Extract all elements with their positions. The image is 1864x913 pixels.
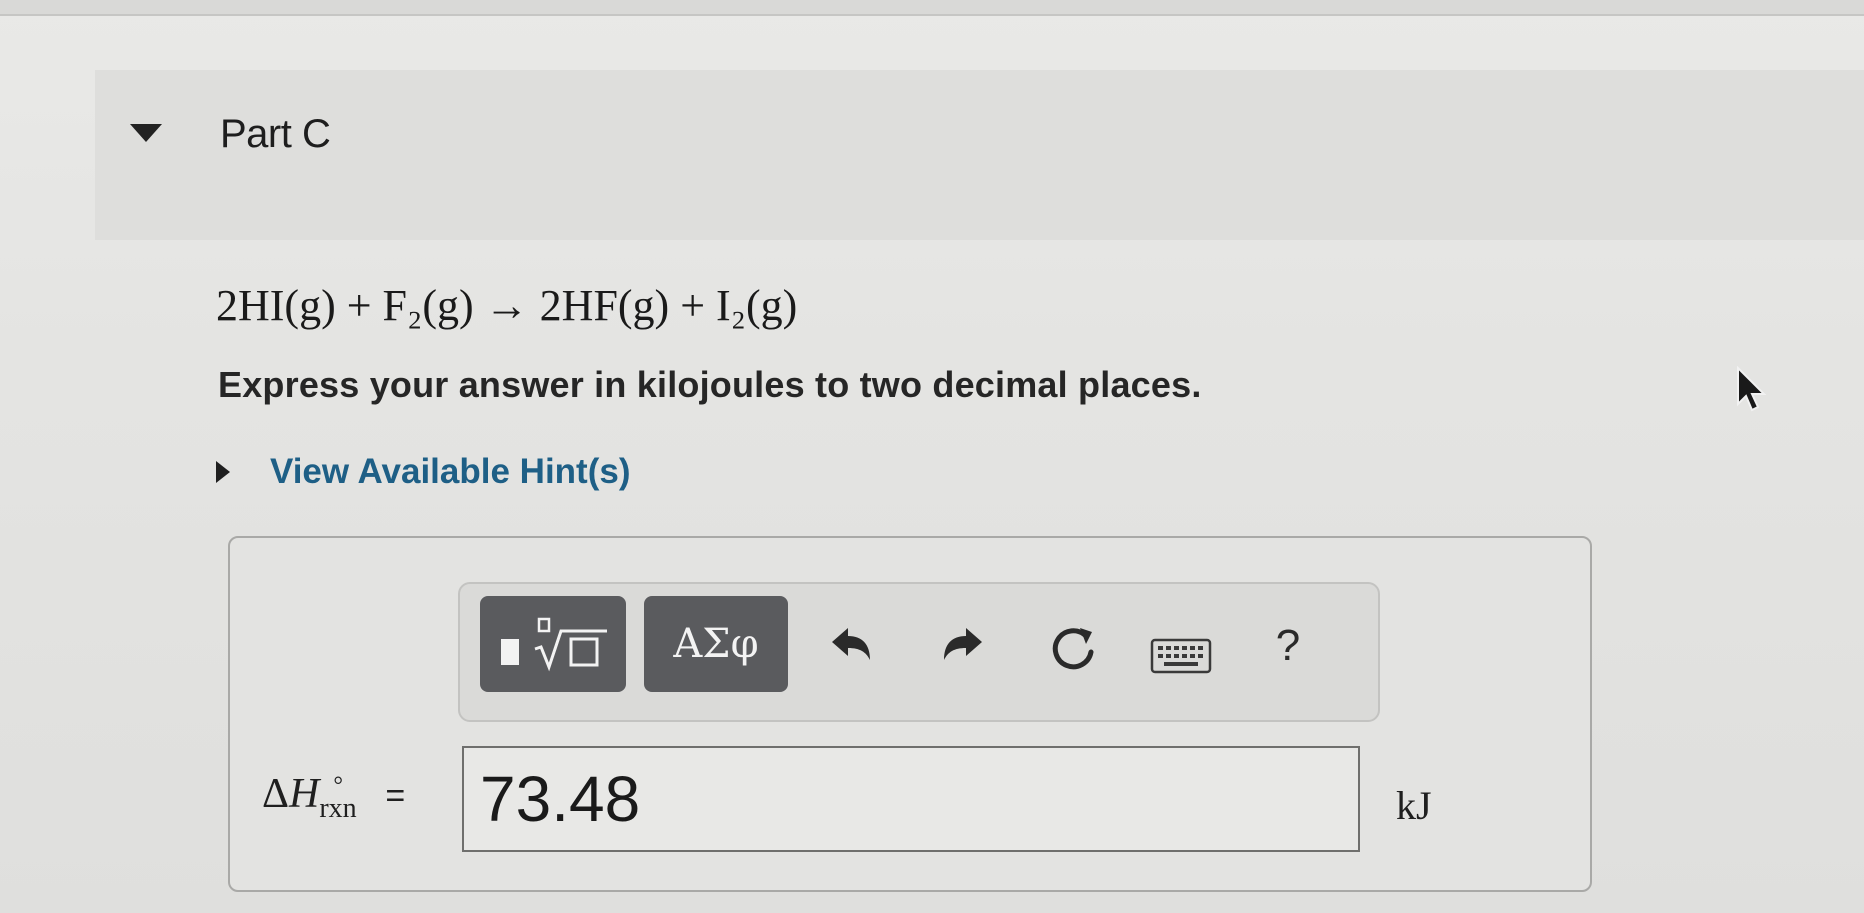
answer-instructions: Express your answer in kilojoules to two… [218,364,1202,405]
greek-symbols-button[interactable]: ΑΣφ [644,596,788,692]
help-icon[interactable]: ? [1266,618,1310,674]
collapse-triangle-icon[interactable] [130,124,162,142]
top-divider [0,0,1864,16]
undo-icon[interactable] [826,622,876,672]
enthalpy-variable: H [289,771,320,817]
answer-input[interactable] [462,746,1360,852]
part-header-band [95,70,1864,240]
templates-icon [501,617,607,672]
reaction-equation: 2HI(g) + F₂(g) → 2HF(g) + I₂(g) [216,281,798,330]
templates-button[interactable] [480,596,626,692]
mouse-cursor-icon [1734,365,1768,414]
keyboard-icon[interactable] [1150,636,1212,676]
view-hints-label[interactable]: View Available Hint(s) [270,452,630,492]
rxn-subscript: rxn [319,793,357,824]
redo-icon[interactable] [938,622,988,672]
reset-icon[interactable] [1046,622,1100,676]
equals-sign: = [385,777,406,815]
delta-symbol: Δ [262,771,290,817]
view-hints-link[interactable]: View Available Hint(s) [216,452,630,492]
enthalpy-label: ΔH ° rxn = [262,770,406,824]
unit-label: kJ [1396,783,1432,828]
part-title[interactable]: Part C [220,112,331,157]
expand-triangle-icon [216,461,230,483]
